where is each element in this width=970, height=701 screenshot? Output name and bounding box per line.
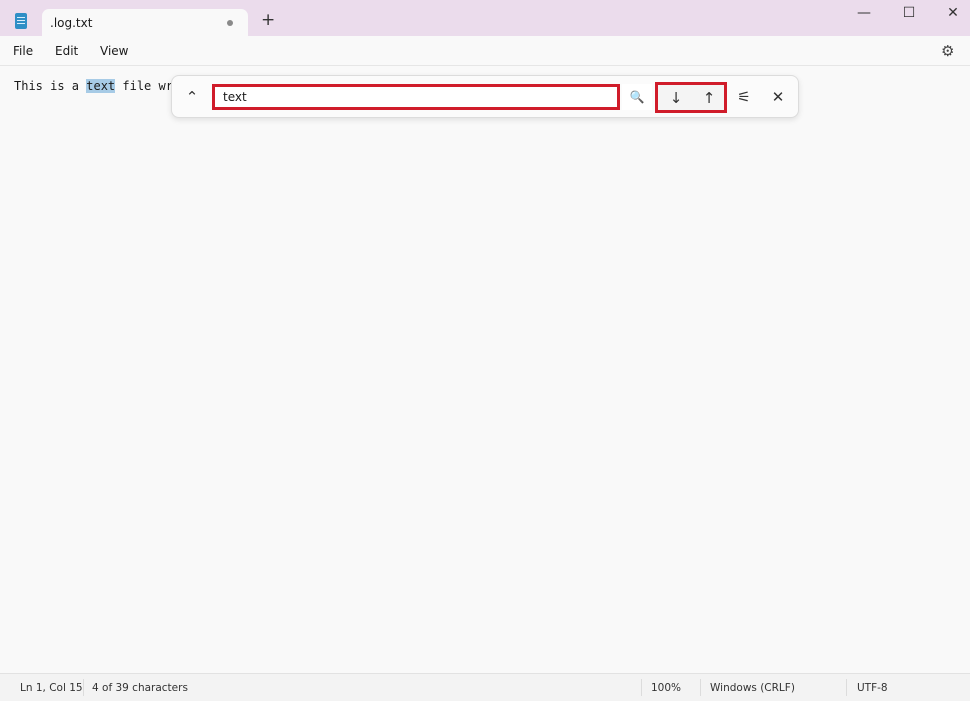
unsaved-indicator-icon[interactable] xyxy=(227,20,233,26)
cursor-position: Ln 1, Col 15 xyxy=(20,682,83,694)
find-bar: ⌃ text 🔍 ↓ ↑ ⚟ ✕ xyxy=(171,75,799,118)
close-window-button[interactable]: ✕ xyxy=(938,5,968,23)
divider xyxy=(83,679,84,696)
character-count: 4 of 39 characters xyxy=(92,682,188,694)
find-previous-arrow-up-icon[interactable]: ↑ xyxy=(695,85,723,111)
line-ending[interactable]: Windows (CRLF) xyxy=(710,682,795,694)
menu-edit[interactable]: Edit xyxy=(55,44,78,58)
search-icon[interactable]: 🔍 xyxy=(622,84,652,110)
menu-file[interactable]: File xyxy=(13,44,33,58)
search-options-icon[interactable]: ⚟ xyxy=(730,84,758,110)
maximize-button[interactable]: ☐ xyxy=(894,5,924,23)
text-editor[interactable]: This is a text file wri xyxy=(14,79,180,93)
expand-replace-chevron-up-icon[interactable]: ⌃ xyxy=(178,84,206,110)
encoding[interactable]: UTF-8 xyxy=(857,682,888,694)
close-find-icon[interactable]: ✕ xyxy=(764,84,792,110)
divider xyxy=(846,679,847,696)
find-next-arrow-down-icon[interactable]: ↓ xyxy=(662,85,690,111)
divider xyxy=(700,679,701,696)
status-bar: Ln 1, Col 15 4 of 39 characters 100% Win… xyxy=(0,673,970,701)
search-match-highlight: text xyxy=(86,79,116,93)
title-bar: .log.txt + — ☐ ✕ xyxy=(0,0,970,37)
settings-gear-icon[interactable]: ⚙ xyxy=(941,42,954,60)
editor-text: This is a xyxy=(14,79,87,93)
divider xyxy=(641,679,642,696)
find-input[interactable]: text xyxy=(212,84,620,110)
menu-view[interactable]: View xyxy=(100,44,128,58)
zoom-level[interactable]: 100% xyxy=(651,682,681,694)
menu-bar: File Edit View ⚙ xyxy=(0,36,970,66)
minimize-button[interactable]: — xyxy=(849,5,879,23)
find-navigation-group: ↓ ↑ xyxy=(655,82,727,113)
tab-title: .log.txt xyxy=(50,16,93,30)
tab-log-txt[interactable]: .log.txt xyxy=(42,9,248,37)
notepad-icon xyxy=(15,13,27,29)
new-tab-button[interactable]: + xyxy=(261,12,275,29)
